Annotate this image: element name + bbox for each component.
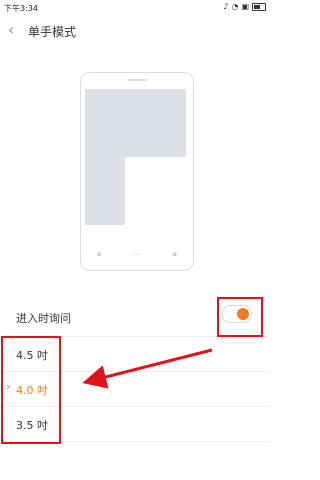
nav-home-icon: — bbox=[133, 250, 141, 258]
no-sound-icon: ♪ bbox=[223, 2, 229, 11]
enter-prompt-label: 进入时询问 bbox=[16, 312, 71, 325]
annotation-box-sizes bbox=[1, 336, 61, 444]
mini-screen-content bbox=[125, 157, 187, 225]
phone-nav-buttons: ▪ — ▪ bbox=[81, 250, 193, 258]
wifi-icon: ◔ bbox=[231, 2, 239, 11]
back-button[interactable]: ‹ bbox=[8, 19, 14, 41]
page-title: 单手模式 bbox=[28, 25, 77, 39]
battery-icon bbox=[252, 3, 266, 11]
status-bar: 下午3:34 ♪ ◔ ▣ bbox=[0, 0, 270, 16]
chevron-left-icon: ‹ bbox=[8, 20, 15, 39]
phone-illustration: ▪ — ▪ bbox=[80, 72, 194, 271]
title-bar: ‹ 单手模式 bbox=[0, 16, 270, 46]
annotation-box-toggle bbox=[217, 297, 263, 337]
nav-back-icon: ▪ bbox=[172, 250, 178, 258]
speaker-decoration bbox=[127, 79, 147, 81]
one-hand-mini-screen bbox=[125, 157, 187, 225]
status-time: 下午3:34 bbox=[4, 4, 38, 13]
nav-menu-icon: ▪ bbox=[96, 250, 102, 258]
sim-icon: ▣ bbox=[241, 2, 249, 11]
phone-screen bbox=[85, 89, 187, 225]
status-icons: ♪ ◔ ▣ bbox=[223, 2, 266, 12]
